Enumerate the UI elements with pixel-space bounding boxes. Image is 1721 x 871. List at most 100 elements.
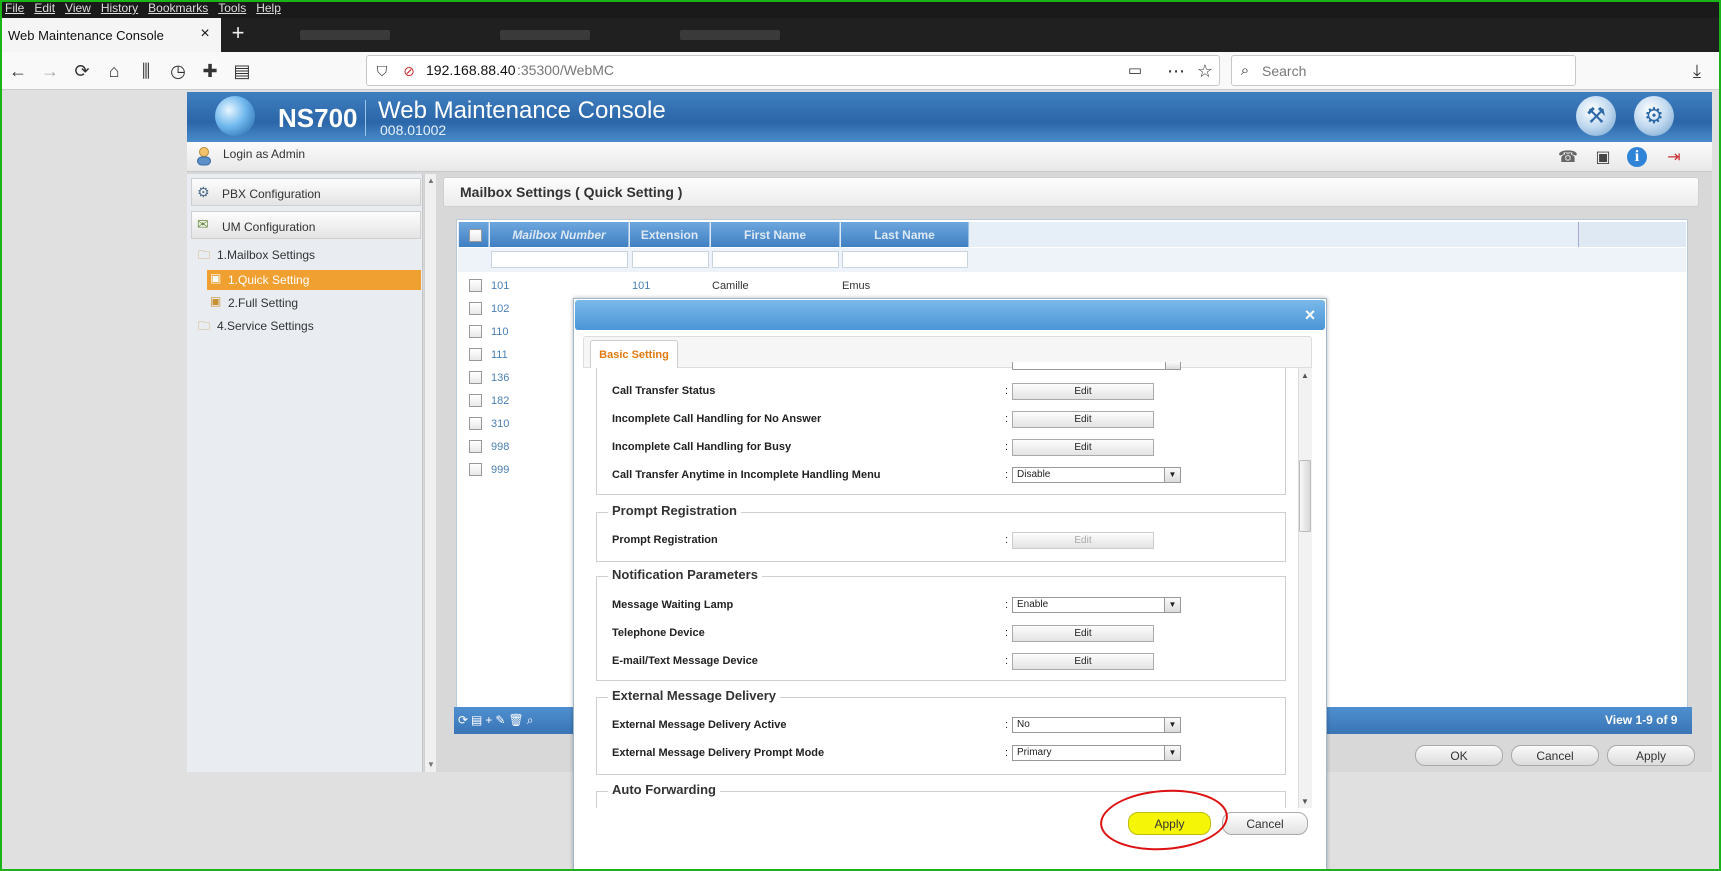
table-row-mailbox[interactable]: 182 xyxy=(491,395,509,407)
filter-extension-input[interactable] xyxy=(632,251,709,268)
table-row-mailbox[interactable]: 999 xyxy=(491,464,509,476)
download-icon[interactable]: ⤓ xyxy=(1684,58,1710,84)
settings-page-icon: ▣ xyxy=(210,294,222,308)
column-mailbox-number[interactable]: Mailbox Number xyxy=(490,222,629,247)
background-tab[interactable] xyxy=(680,30,780,40)
edit-prompt-registration-button[interactable]: Edit xyxy=(1012,532,1154,549)
tree-quick-setting[interactable]: 1.Quick Setting xyxy=(228,273,309,287)
edit-call-transfer-status-button[interactable]: Edit xyxy=(1012,383,1154,400)
row-checkbox[interactable] xyxy=(469,417,482,430)
history-icon[interactable]: ◷ xyxy=(165,58,191,84)
tree-mailbox-settings[interactable]: 1.Mailbox Settings xyxy=(217,248,315,262)
phone-icon[interactable]: ☎ xyxy=(1557,147,1579,169)
library-icon[interactable]: ⫼ xyxy=(133,58,159,84)
save-icon[interactable]: ▣ xyxy=(1592,147,1614,169)
row-checkbox[interactable] xyxy=(469,371,482,384)
chevron-down-icon[interactable]: ▼ xyxy=(1164,598,1180,612)
sidebar-item-um[interactable]: UM Configuration xyxy=(191,211,421,239)
browser-search-input[interactable]: Search xyxy=(1231,55,1576,86)
close-tab-icon[interactable]: × xyxy=(196,25,214,43)
info-icon[interactable]: i xyxy=(1627,147,1647,167)
scroll-down-icon[interactable]: ▼ xyxy=(427,760,435,769)
menu-edit[interactable]: Edit xyxy=(29,0,60,15)
background-tab[interactable] xyxy=(300,30,390,40)
external-active-select[interactable]: No xyxy=(1012,717,1181,733)
shield-icon[interactable]: ⛉ xyxy=(369,58,395,84)
transfer-anytime-select[interactable]: Disable xyxy=(1012,467,1181,483)
dialog-cancel-button[interactable]: Cancel xyxy=(1222,812,1308,835)
tree-service-settings[interactable]: 4.Service Settings xyxy=(217,319,314,333)
new-tab-icon[interactable]: + xyxy=(226,22,250,46)
menu-file[interactable]: File xyxy=(0,0,29,15)
ok-button[interactable]: OK xyxy=(1415,745,1503,766)
scroll-up-icon[interactable]: ▲ xyxy=(1301,371,1309,380)
reload-icon[interactable]: ⟳ xyxy=(69,58,95,84)
tree-full-setting[interactable]: 2.Full Setting xyxy=(228,296,298,310)
tool-hammer-icon[interactable]: ⚒ xyxy=(1576,96,1616,136)
menu-bookmarks[interactable]: Bookmarks xyxy=(143,0,213,15)
column-last-name[interactable]: Last Name xyxy=(841,222,969,247)
cancel-button[interactable]: Cancel xyxy=(1511,745,1599,766)
scroll-down-icon[interactable]: ▼ xyxy=(1301,797,1309,806)
scroll-up-icon[interactable]: ▲ xyxy=(427,176,435,185)
insecure-lock-icon[interactable]: ⊘ xyxy=(396,58,422,84)
menu-tools[interactable]: Tools xyxy=(213,0,251,15)
filter-last-name-input[interactable] xyxy=(842,251,968,268)
forward-icon[interactable]: → xyxy=(37,58,63,84)
dialog-scrollbar[interactable] xyxy=(1298,368,1312,808)
chevron-down-icon[interactable]: ▼ xyxy=(1164,718,1180,732)
page-actions-icon[interactable]: ⋯ xyxy=(1163,58,1189,84)
menu-help[interactable]: Help xyxy=(251,0,286,15)
dialog-close-icon[interactable]: × xyxy=(1300,305,1320,325)
dialog-scroll-thumb[interactable] xyxy=(1299,460,1311,532)
back-icon[interactable]: ← xyxy=(5,58,31,84)
table-row-mailbox[interactable]: 998 xyxy=(491,441,509,453)
chevron-down-icon[interactable]: ▼ xyxy=(1164,746,1180,760)
table-row-last-name[interactable]: Emus xyxy=(842,280,870,292)
edit-incomplete-no-answer-button[interactable]: Edit xyxy=(1012,411,1154,428)
filter-first-name-input[interactable] xyxy=(712,251,839,268)
row-checkbox[interactable] xyxy=(469,440,482,453)
table-row-mailbox[interactable]: 102 xyxy=(491,303,509,315)
bookmark-star-icon[interactable]: ☆ xyxy=(1192,58,1218,84)
browser-tab-active[interactable]: Web Maintenance Console xyxy=(0,18,221,52)
table-row-mailbox[interactable]: 101 xyxy=(491,280,509,292)
sidebar-item-pbx[interactable]: PBX Configuration xyxy=(191,178,421,206)
row-checkbox[interactable] xyxy=(469,302,482,315)
row-checkbox[interactable] xyxy=(469,325,482,338)
table-row-first-name[interactable]: Camille xyxy=(712,280,749,292)
tab-basic-setting[interactable]: Basic Setting xyxy=(590,340,678,369)
row-checkbox[interactable] xyxy=(469,394,482,407)
table-row-mailbox[interactable]: 310 xyxy=(491,418,509,430)
extensions-icon[interactable]: ✚ xyxy=(197,58,223,84)
table-row-mailbox[interactable]: 110 xyxy=(491,326,509,338)
menu-history[interactable]: History xyxy=(96,0,143,15)
external-prompt-mode-select[interactable]: Primary xyxy=(1012,745,1181,761)
apply-button[interactable]: Apply xyxy=(1607,745,1695,766)
background-tab[interactable] xyxy=(500,30,590,40)
row-checkbox[interactable] xyxy=(469,463,482,476)
column-extension[interactable]: Extension xyxy=(630,222,710,247)
logout-icon[interactable]: ⇥ xyxy=(1663,147,1685,169)
chevron-down-icon[interactable]: ▼ xyxy=(1164,468,1180,482)
row-checkbox[interactable] xyxy=(469,279,482,292)
edit-incomplete-busy-button[interactable]: Edit xyxy=(1012,439,1154,456)
setup-gear-icon[interactable]: ⚙ xyxy=(1634,96,1674,136)
mwl-select[interactable]: Enable xyxy=(1012,597,1181,613)
reader-view-icon[interactable]: ▭ xyxy=(1122,58,1148,84)
sidebar-scrollbar[interactable] xyxy=(424,174,436,772)
select-all-checkbox[interactable] xyxy=(469,229,482,242)
table-row-mailbox[interactable]: 136 xyxy=(491,372,509,384)
edit-telephone-device-button[interactable]: Edit xyxy=(1012,625,1154,642)
grid-toolbar-icons[interactable]: ⟳▤+✎🗑⌕ xyxy=(458,713,536,728)
filter-mailbox-input[interactable] xyxy=(491,251,628,268)
column-first-name[interactable]: First Name xyxy=(711,222,840,247)
home-icon[interactable]: ⌂ xyxy=(101,58,127,84)
print-icon[interactable]: ▤ xyxy=(229,58,255,84)
menu-view[interactable]: View xyxy=(60,0,96,15)
row-checkbox[interactable] xyxy=(469,348,482,361)
edit-email-device-button[interactable]: Edit xyxy=(1012,653,1154,670)
dialog-title-bar[interactable] xyxy=(575,300,1325,330)
table-row-extension[interactable]: 101 xyxy=(632,280,650,292)
table-row-mailbox[interactable]: 111 xyxy=(491,349,508,361)
